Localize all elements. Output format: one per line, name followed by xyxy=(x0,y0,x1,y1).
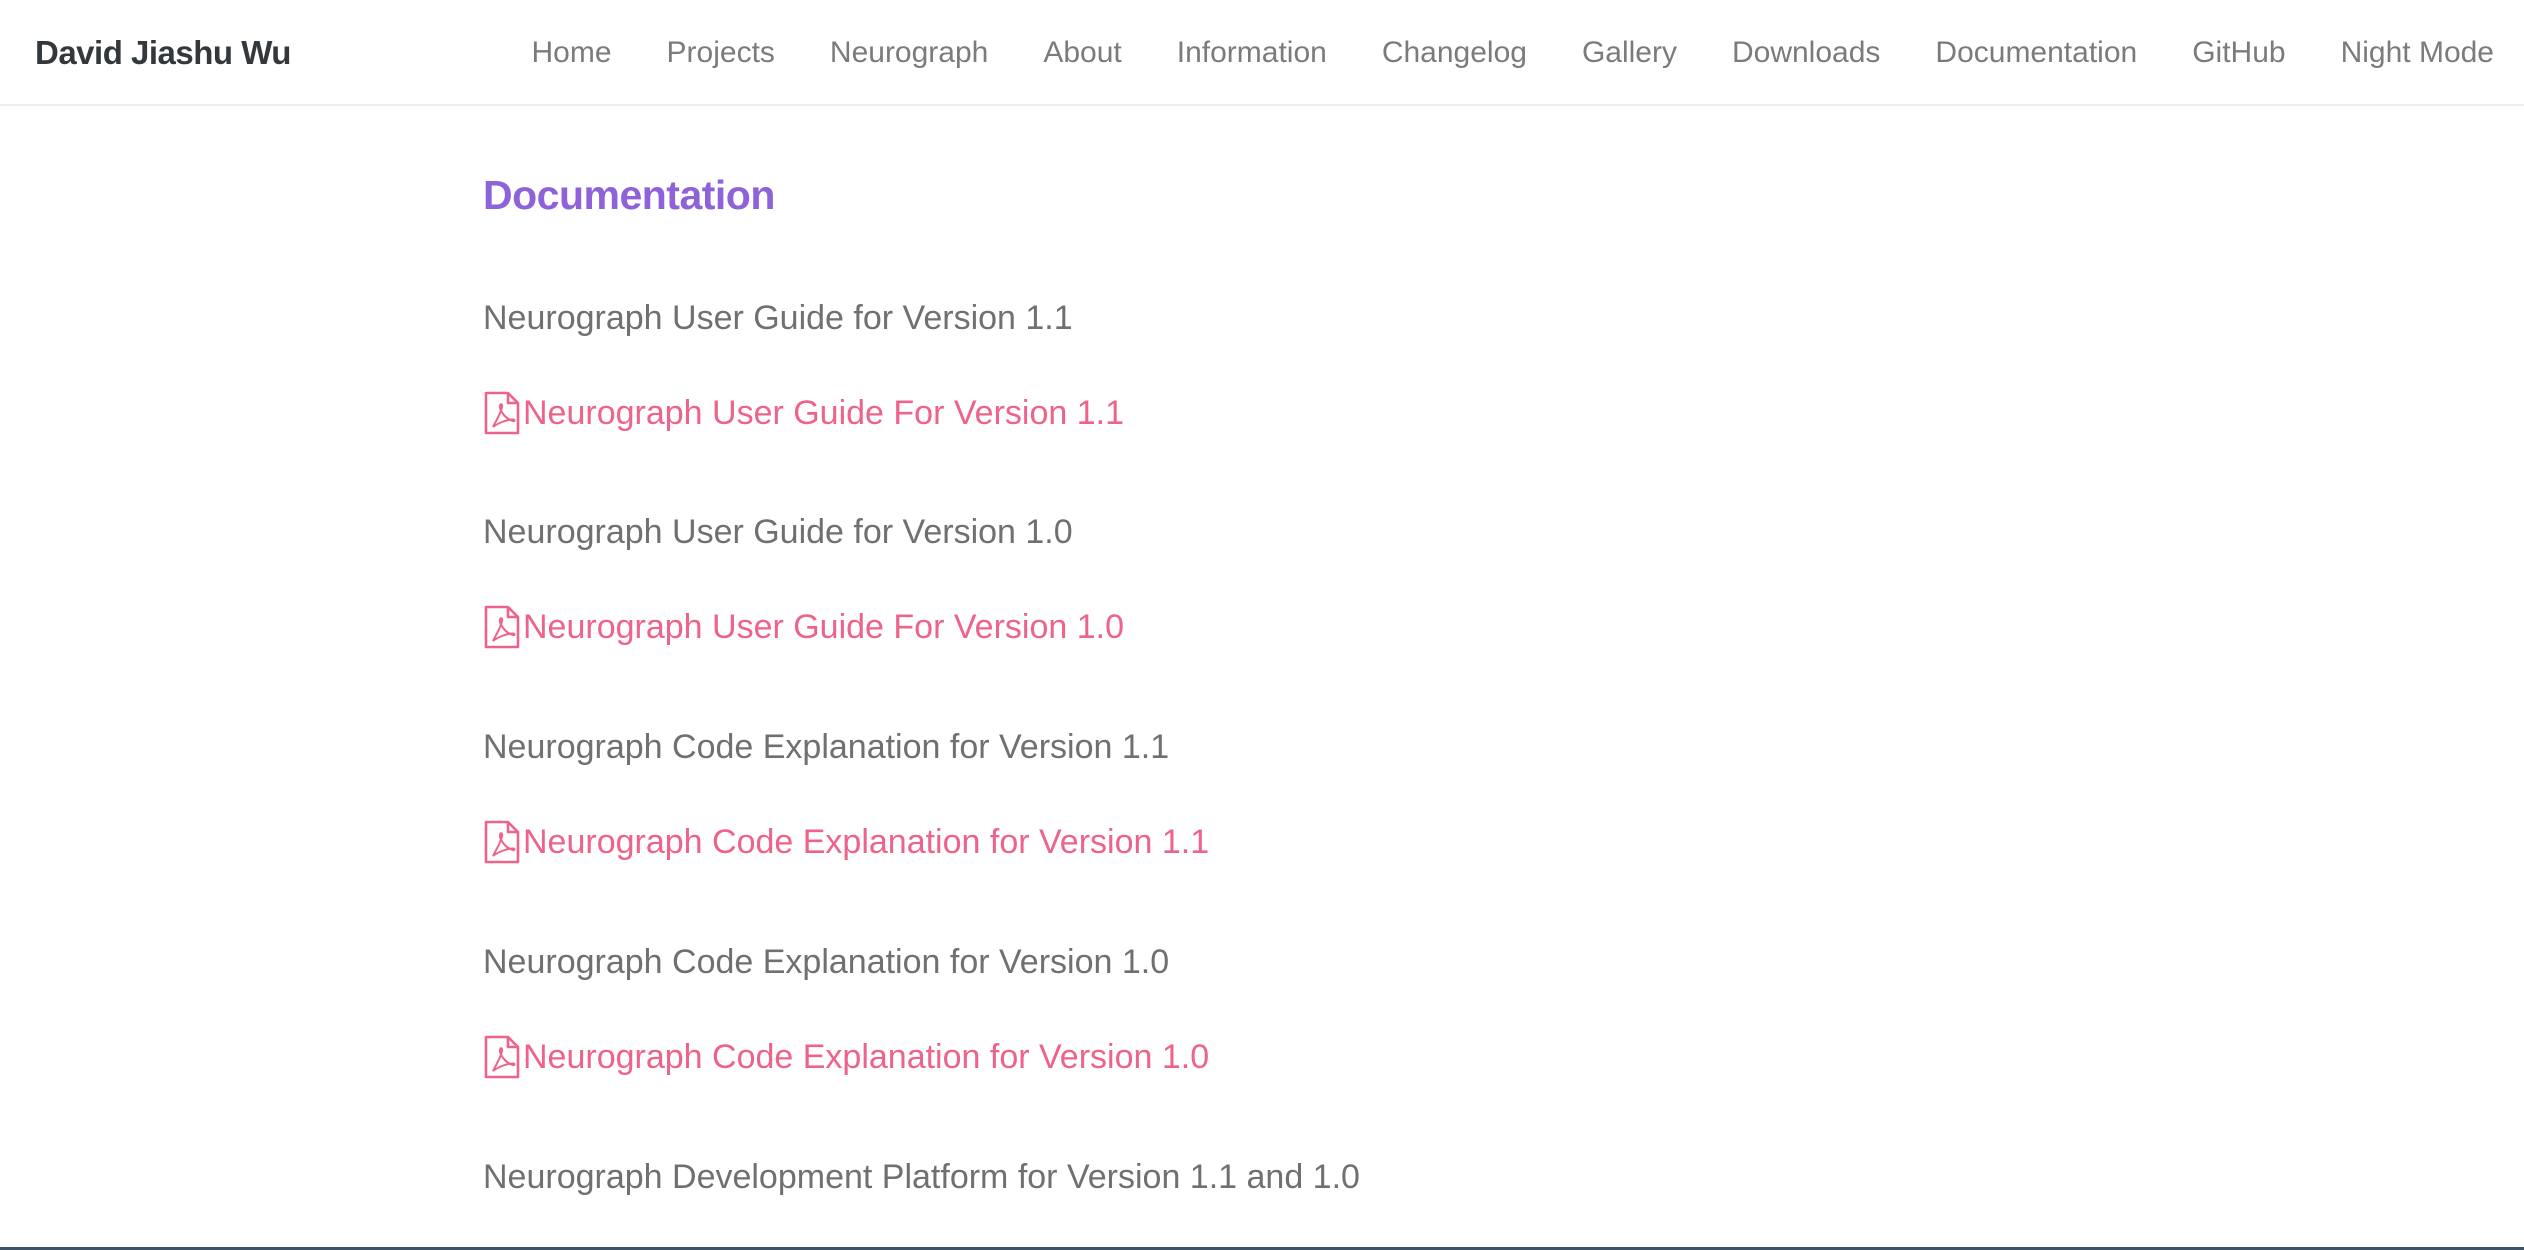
doc-entry-heading: Neurograph Code Explanation for Version … xyxy=(483,728,1170,766)
doc-download-link[interactable]: Neurograph Code Explanation for Version … xyxy=(483,1035,1209,1079)
file-pdf-icon xyxy=(484,605,520,649)
nav-item-downloads: Downloads xyxy=(1732,36,1880,70)
doc-entry-heading: Neurograph Development Platform for Vers… xyxy=(483,1158,1360,1196)
nav-item-projects: Projects xyxy=(667,36,775,70)
doc-download-link-label: Neurograph Code Explanation for Version … xyxy=(523,823,1210,861)
doc-entry-heading: Neurograph User Guide for Version 1.0 xyxy=(483,513,1073,551)
page-title: Documentation xyxy=(483,172,775,218)
nav-item-gallery: Gallery xyxy=(1582,36,1677,70)
nav-item-information: Information xyxy=(1177,36,1327,70)
top-navbar: David Jiashu Wu Home Projects Neurograph… xyxy=(0,0,2524,106)
doc-download-link[interactable]: Neurograph User Guide For Version 1.1 xyxy=(483,391,1124,435)
doc-download-link[interactable]: Neurograph Code Explanation for Version … xyxy=(483,820,1209,864)
nav-item-home: Home xyxy=(532,36,612,70)
file-pdf-icon xyxy=(484,391,520,435)
nav-item-about: About xyxy=(1043,36,1121,70)
nav-item-documentation: Documentation xyxy=(1935,36,2137,70)
site-brand[interactable]: David Jiashu Wu xyxy=(35,0,291,106)
nav-link-changelog[interactable]: Changelog xyxy=(1382,36,1527,69)
doc-download-link[interactable]: Neurograph User Guide For Version 1.0 xyxy=(483,605,1124,649)
nav-link-projects[interactable]: Projects xyxy=(667,36,775,69)
file-pdf-icon xyxy=(484,1035,520,1079)
nav-item-changelog: Changelog xyxy=(1382,36,1527,70)
doc-entry-heading: Neurograph Code Explanation for Version … xyxy=(483,943,1170,981)
nav-item-night-mode: Night Mode xyxy=(2341,36,2494,70)
doc-download-link-label: Neurograph User Guide For Version 1.0 xyxy=(523,608,1124,646)
file-pdf-icon xyxy=(484,820,520,864)
nav-link-about[interactable]: About xyxy=(1043,36,1121,69)
doc-entry-heading: Neurograph User Guide for Version 1.1 xyxy=(483,299,1073,337)
nav-link-gallery[interactable]: Gallery xyxy=(1582,36,1677,69)
nav-link-information[interactable]: Information xyxy=(1177,36,1327,69)
doc-download-link-label: Neurograph Code Explanation for Version … xyxy=(523,1038,1210,1076)
nav-item-github: GitHub xyxy=(2192,36,2285,70)
nav-item-neurograph: Neurograph xyxy=(830,36,988,70)
nav-link-night-mode[interactable]: Night Mode xyxy=(2341,36,2494,69)
nav-link-home[interactable]: Home xyxy=(532,36,612,69)
nav-link-github[interactable]: GitHub xyxy=(2192,36,2285,69)
nav-link-neurograph[interactable]: Neurograph xyxy=(830,36,988,69)
doc-download-link-label: Neurograph User Guide For Version 1.1 xyxy=(523,394,1124,432)
main-nav: Home Projects Neurograph About Informati… xyxy=(477,0,2495,106)
nav-link-documentation[interactable]: Documentation xyxy=(1935,36,2137,69)
nav-link-downloads[interactable]: Downloads xyxy=(1732,36,1880,69)
